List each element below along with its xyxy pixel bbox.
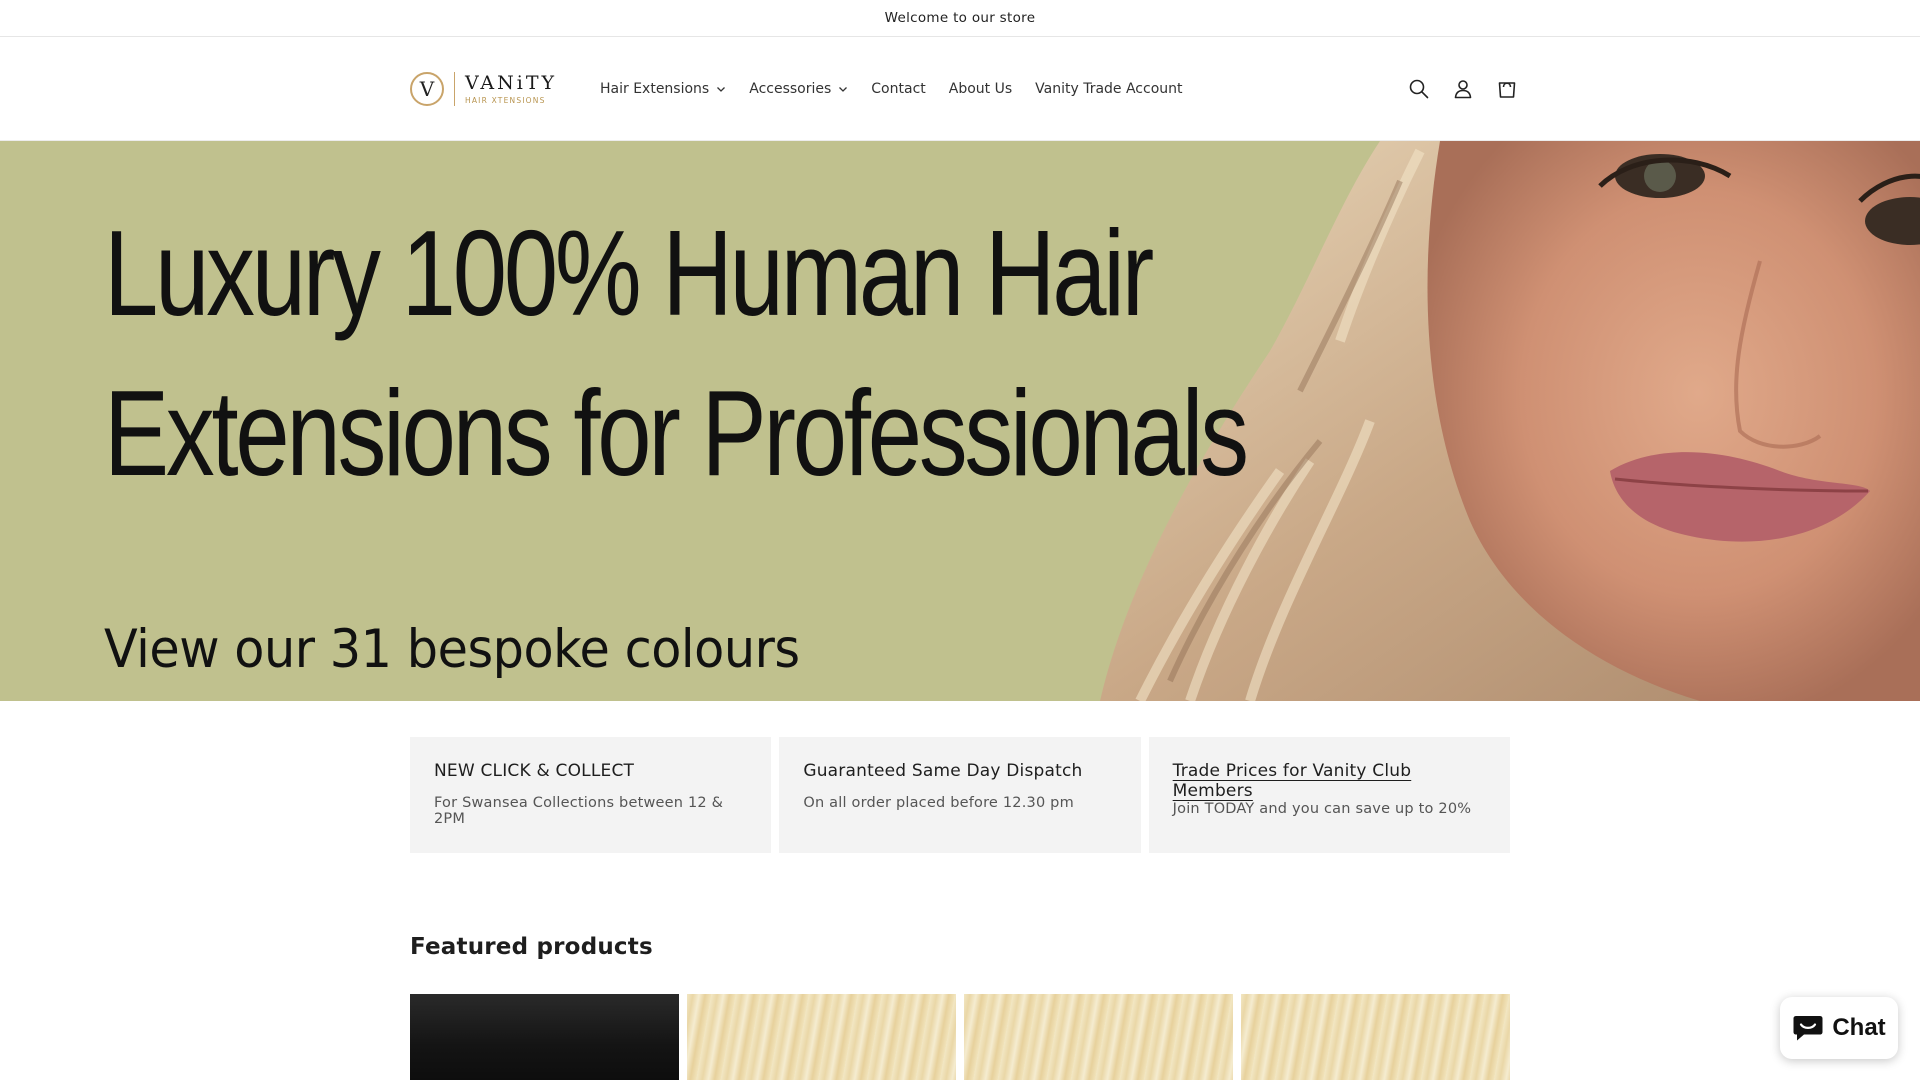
product-card-image[interactable] bbox=[964, 994, 1233, 1080]
logo-divider bbox=[454, 72, 455, 106]
product-card-image[interactable] bbox=[1241, 994, 1510, 1080]
feature-title: Guaranteed Same Day Dispatch bbox=[803, 761, 1083, 781]
logo-mark: V bbox=[410, 72, 444, 106]
announcement-text: Welcome to our store bbox=[884, 10, 1036, 26]
search-icon bbox=[1409, 79, 1429, 99]
chat-button[interactable]: Chat bbox=[1780, 997, 1898, 1059]
nav-item-about-us[interactable]: About Us bbox=[949, 81, 1012, 97]
featured-products-heading: Featured products bbox=[410, 934, 653, 960]
announcement-bar: Welcome to our store bbox=[0, 0, 1920, 37]
main-nav: Hair Extensions Accessories Contact Abou… bbox=[600, 37, 1206, 141]
logo-subtitle: HAIR XTENSIONS bbox=[465, 95, 546, 105]
hero-headline-line2: Extensions for Professionals bbox=[104, 365, 1249, 501]
nav-item-label: Accessories bbox=[749, 81, 832, 97]
search-button[interactable] bbox=[1397, 67, 1441, 111]
hero-banner[interactable]: Luxury 100% Human Hair Extensions for Pr… bbox=[0, 141, 1920, 701]
cart-icon bbox=[1498, 82, 1516, 98]
feature-text: On all order placed before 12.30 pm bbox=[803, 795, 1074, 811]
nav-item-label: Contact bbox=[871, 81, 926, 97]
trade-prices-link[interactable]: Trade Prices for Vanity Club Members bbox=[1173, 761, 1412, 801]
feature-title: NEW CLICK & COLLECT bbox=[434, 761, 635, 781]
feature-text: For Swansea Collections between 12 & 2PM bbox=[434, 795, 724, 827]
store-logo[interactable]: V VANiTY HAIR XTENSIONS bbox=[410, 69, 557, 109]
feature-card: NEW CLICK & COLLECT For Swansea Collecti… bbox=[410, 737, 772, 853]
logo-word: VANiTY bbox=[465, 71, 558, 94]
header-icons bbox=[1397, 37, 1529, 141]
nav-item-label: Vanity Trade Account bbox=[1035, 81, 1183, 97]
chevron-down-icon bbox=[717, 87, 726, 92]
cart-button[interactable] bbox=[1485, 67, 1529, 111]
feature-highlights: NEW CLICK & COLLECT For Swansea Collecti… bbox=[410, 737, 1510, 853]
feature-card: Guaranteed Same Day Dispatch On all orde… bbox=[779, 737, 1141, 853]
nav-item-label: Hair Extensions bbox=[600, 81, 710, 97]
featured-products-grid bbox=[410, 994, 1510, 1080]
account-icon bbox=[1454, 80, 1472, 99]
nav-item-hair-extensions[interactable]: Hair Extensions bbox=[600, 81, 726, 97]
chevron-down-icon bbox=[839, 87, 848, 92]
product-card-image[interactable] bbox=[687, 994, 956, 1080]
nav-item-vanity-trade-account[interactable]: Vanity Trade Account bbox=[1035, 81, 1182, 97]
nav-item-accessories[interactable]: Accessories bbox=[749, 81, 848, 97]
site-header: V VANiTY HAIR XTENSIONS Hair Extensions … bbox=[0, 37, 1920, 141]
hero-subheadline: View our 31 bespoke colours bbox=[104, 619, 800, 680]
hero-headline-line1: Luxury 100% Human Hair bbox=[104, 205, 1154, 341]
nav-item-contact[interactable]: Contact bbox=[871, 81, 925, 97]
feature-card: Trade Prices for Vanity Club Members Joi… bbox=[1148, 737, 1510, 853]
account-button[interactable] bbox=[1441, 67, 1485, 111]
nav-item-label: About Us bbox=[948, 81, 1013, 97]
chat-bubble-icon bbox=[1793, 1016, 1823, 1041]
chat-label: Chat bbox=[1832, 1014, 1886, 1041]
product-card-image[interactable] bbox=[410, 994, 679, 1080]
feature-text: Join TODAY and you can save up to 20% bbox=[1172, 801, 1472, 817]
logo-text: VANiTY HAIR XTENSIONS bbox=[465, 71, 558, 105]
